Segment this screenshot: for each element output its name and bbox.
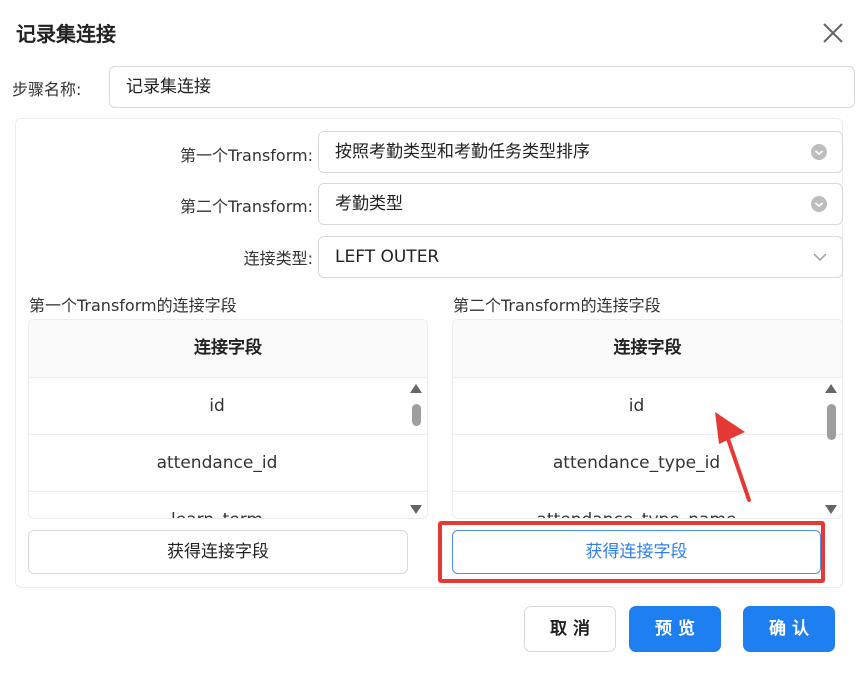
clear-circle-icon[interactable] [811, 196, 827, 212]
record-set-join-dialog: 记录集连接 步骤名称: 记录集连接 第一个Transform: 按照考勤类型和考… [0, 0, 865, 677]
first-transform-value: 按照考勤类型和考勤任务类型排序 [335, 142, 590, 162]
clear-circle-icon[interactable] [811, 144, 827, 160]
table-row[interactable]: id [453, 378, 842, 435]
table-row[interactable]: id [29, 378, 427, 435]
table-row[interactable]: attendance_type_id [453, 435, 842, 492]
close-icon [823, 23, 843, 43]
dialog-title: 记录集连接 [16, 22, 116, 46]
second-transform-select[interactable]: 考勤类型 [318, 183, 843, 225]
right-fields-title: 第二个Transform的连接字段 [453, 296, 661, 315]
triangle-up-icon[interactable] [825, 384, 837, 393]
left-fields-title: 第一个Transform的连接字段 [29, 296, 237, 315]
triangle-up-icon[interactable] [410, 384, 422, 393]
step-name-label: 步骤名称: [12, 80, 82, 99]
join-type-select[interactable]: LEFT OUTER [318, 236, 843, 278]
chevron-down-icon [813, 253, 827, 262]
left-join-fields-table: 连接字段 id attendance_id learn_term [28, 319, 428, 519]
scrollbar-thumb[interactable] [827, 404, 836, 440]
left-table-scrollbar[interactable] [405, 377, 427, 518]
join-type-label: 连接类型: [243, 249, 313, 268]
confirm-button[interactable]: 确 认 [743, 606, 835, 652]
first-transform-label: 第一个Transform: [180, 146, 313, 165]
join-type-value: LEFT OUTER [335, 247, 440, 267]
scrollbar-thumb[interactable] [412, 404, 421, 426]
preview-button[interactable]: 预 览 [629, 606, 721, 652]
table-row[interactable]: attendance_type_name [453, 492, 842, 518]
close-button[interactable] [820, 20, 846, 46]
table-header: 连接字段 [453, 320, 842, 378]
left-get-fields-button[interactable]: 获得连接字段 [28, 530, 408, 574]
right-join-fields-table: 连接字段 id attendance_type_id attendance_ty… [452, 319, 843, 519]
right-table-scrollbar[interactable] [820, 377, 842, 518]
table-header: 连接字段 [29, 320, 427, 378]
step-name-input[interactable]: 记录集连接 [109, 66, 855, 108]
table-row[interactable]: learn_term [29, 492, 427, 518]
second-transform-value: 考勤类型 [335, 194, 403, 214]
right-get-fields-button[interactable]: 获得连接字段 [452, 530, 821, 574]
second-transform-label: 第二个Transform: [180, 197, 313, 216]
triangle-down-icon[interactable] [825, 505, 837, 514]
table-row[interactable]: attendance_id [29, 435, 427, 492]
triangle-down-icon[interactable] [410, 505, 422, 514]
cancel-button[interactable]: 取 消 [524, 606, 616, 652]
first-transform-select[interactable]: 按照考勤类型和考勤任务类型排序 [318, 131, 843, 173]
